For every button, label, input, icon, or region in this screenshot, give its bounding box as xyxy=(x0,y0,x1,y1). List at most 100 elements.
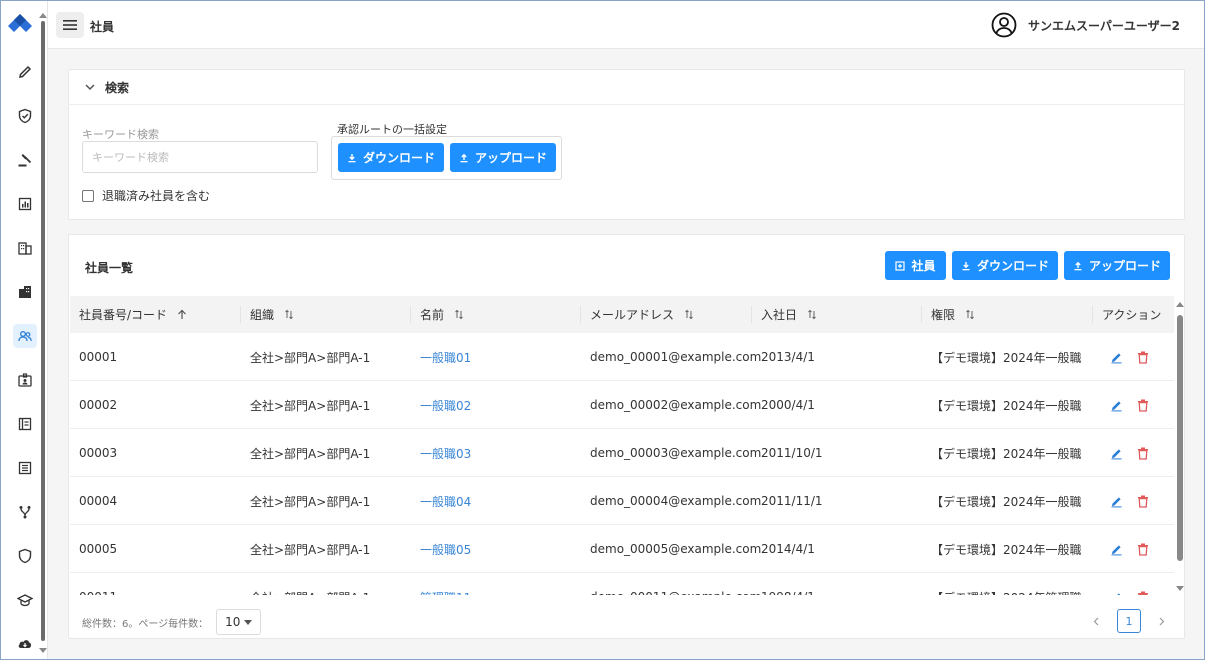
cell-code: 00011 xyxy=(79,573,117,595)
building-icon[interactable] xyxy=(13,236,37,260)
page-size-select[interactable]: 10 xyxy=(216,609,262,635)
edit-row-icon[interactable] xyxy=(1110,399,1123,412)
cell-org: 全社>部門A>部門A-1 xyxy=(250,573,370,596)
employee-name-link[interactable]: 一般職03 xyxy=(420,429,471,477)
bulk-download-button[interactable]: ダウンロード xyxy=(338,143,444,172)
sidebar-scrollbar[interactable] xyxy=(39,13,47,653)
cell-code: 00002 xyxy=(79,398,118,412)
app-logo[interactable] xyxy=(7,13,33,35)
search-heading: 検索 xyxy=(105,80,130,95)
edit-row-icon[interactable] xyxy=(1110,543,1123,556)
table-body: 00001 全社>部門A>部門A-1 一般職01 demo_00001@example… xyxy=(69,333,1175,595)
column-header-name[interactable]: 名前 xyxy=(410,296,464,333)
delete-row-icon[interactable] xyxy=(1137,399,1149,412)
column-header-org[interactable]: 組織 xyxy=(240,296,294,333)
employee-name-link[interactable]: 一般職02 xyxy=(420,381,471,429)
column-header-email[interactable]: メールアドレス xyxy=(580,296,694,333)
list-download-button[interactable]: ダウンロード xyxy=(952,251,1058,280)
table-row[interactable]: 00011 全社>部門A>部門A-1 管理職11 demo_00011@example… xyxy=(70,573,1174,595)
shield-icon[interactable] xyxy=(13,544,37,568)
prev-page-button[interactable] xyxy=(1087,609,1105,633)
buildings-icon[interactable] xyxy=(13,280,37,304)
column-header-code[interactable]: 社員番号/コード xyxy=(79,296,187,333)
page-number-button[interactable]: 1 xyxy=(1117,609,1141,633)
sort-icon[interactable] xyxy=(684,309,694,320)
cell-joined: 2011/11/1 xyxy=(761,494,823,508)
hamburger-menu-button[interactable] xyxy=(56,12,84,38)
scroll-up-arrow-icon[interactable] xyxy=(1176,302,1184,307)
branch-icon[interactable] xyxy=(13,500,37,524)
user-name[interactable]: サンエムスーパーユーザー2 xyxy=(1028,17,1180,34)
add-box-icon xyxy=(895,260,906,271)
delete-row-icon[interactable] xyxy=(1137,351,1149,364)
bulk-approval-label: 承認ルートの一括設定 xyxy=(337,123,447,136)
cell-joined: 2013/4/1 xyxy=(761,350,815,364)
scroll-down-arrow-icon[interactable] xyxy=(1176,586,1184,591)
search-panel-toggle[interactable]: 検索 xyxy=(69,70,1184,105)
next-page-button[interactable] xyxy=(1153,609,1171,633)
column-header-role[interactable]: 権限 xyxy=(921,296,975,333)
delete-row-icon[interactable] xyxy=(1137,591,1149,596)
sort-icon[interactable] xyxy=(965,309,975,320)
list-icon[interactable] xyxy=(13,456,37,480)
cell-org: 全社>部門A>部門A-1 xyxy=(250,494,371,509)
bulk-upload-button[interactable]: アップロード xyxy=(450,143,556,172)
add-employee-button[interactable]: 社員 xyxy=(885,251,946,280)
edit-row-icon[interactable] xyxy=(1110,591,1123,596)
edit-row-icon[interactable] xyxy=(1110,447,1123,460)
users-icon[interactable] xyxy=(13,324,37,348)
list-upload-button[interactable]: アップロード xyxy=(1064,251,1170,280)
cloud-download-icon[interactable] xyxy=(13,632,37,656)
table-scrollbar[interactable] xyxy=(1175,299,1184,594)
table-row[interactable]: 00002 全社>部門A>部門A-1 一般職02 demo_00002@example… xyxy=(70,381,1174,429)
employee-name-link[interactable]: 一般職05 xyxy=(420,525,471,573)
scroll-up-arrow-icon[interactable] xyxy=(39,13,47,18)
include-retired-option[interactable]: 退職済み社員を含む xyxy=(82,187,210,204)
edit-row-icon[interactable] xyxy=(1110,495,1123,508)
chart-icon[interactable] xyxy=(13,192,37,216)
user-avatar-icon[interactable] xyxy=(991,12,1017,38)
user-menu[interactable]: サンエムスーパーユーザー2 xyxy=(991,12,1180,38)
download-icon xyxy=(348,153,356,162)
cell-email: demo_00011@example.com xyxy=(590,573,761,595)
check-shield-icon[interactable] xyxy=(13,104,37,128)
include-retired-checkbox[interactable] xyxy=(82,189,94,202)
cell-role: 【デモ環境】2024年一般職 xyxy=(931,446,1082,461)
cell-code: 00001 xyxy=(79,350,118,364)
cell-org: 全社>部門A>部門A-1 xyxy=(250,542,371,557)
id-card-icon[interactable] xyxy=(13,368,37,392)
cell-org: 全社>部門A>部門A-1 xyxy=(250,446,371,461)
cell-email: demo_00003@example.com xyxy=(590,446,762,460)
gavel-icon[interactable] xyxy=(13,148,37,172)
graduation-cap-icon[interactable] xyxy=(13,588,37,612)
employee-name-link[interactable]: 一般職01 xyxy=(420,333,471,381)
table-scroll-thumb[interactable] xyxy=(1177,315,1183,561)
edit-icon[interactable] xyxy=(13,60,37,84)
sort-ascending-icon[interactable] xyxy=(177,309,187,320)
table-footer: 総件数：6。ページ毎件数： 10 xyxy=(82,609,262,635)
keyword-label: キーワード検索 xyxy=(82,128,159,141)
chevron-left-icon xyxy=(1093,617,1099,625)
delete-row-icon[interactable] xyxy=(1137,543,1149,556)
table-row[interactable]: 00004 全社>部門A>部門A-1 一般職04 demo_00004@example… xyxy=(70,477,1174,525)
scroll-down-arrow-icon[interactable] xyxy=(39,648,47,653)
sidebar-scroll-thumb[interactable] xyxy=(41,21,45,641)
delete-row-icon[interactable] xyxy=(1137,447,1149,460)
book-icon[interactable] xyxy=(13,412,37,436)
table-row[interactable]: 00005 全社>部門A>部門A-1 一般職05 demo_00005@example… xyxy=(70,525,1174,573)
column-header-joined[interactable]: 入社日 xyxy=(751,296,817,333)
sort-icon[interactable] xyxy=(284,309,294,320)
employee-name-link[interactable]: 管理職11 xyxy=(420,573,471,596)
delete-row-icon[interactable] xyxy=(1137,495,1149,508)
table-row[interactable]: 00003 全社>部門A>部門A-1 一般職03 demo_00003@example… xyxy=(70,429,1174,477)
employee-name-link[interactable]: 一般職04 xyxy=(420,477,471,525)
keyword-search-input[interactable] xyxy=(82,141,318,173)
cell-email: demo_00002@example.com xyxy=(590,398,762,412)
table-row[interactable]: 00001 全社>部門A>部門A-1 一般職01 demo_00001@example… xyxy=(70,333,1174,381)
cell-org: 全社>部門A>部門A-1 xyxy=(250,350,371,365)
cell-role: 【デモ環境】2024年管理職 xyxy=(931,573,1082,596)
sort-icon[interactable] xyxy=(454,309,464,320)
sort-icon[interactable] xyxy=(807,309,817,320)
edit-row-icon[interactable] xyxy=(1110,351,1123,364)
cell-code: 00003 xyxy=(79,446,118,460)
